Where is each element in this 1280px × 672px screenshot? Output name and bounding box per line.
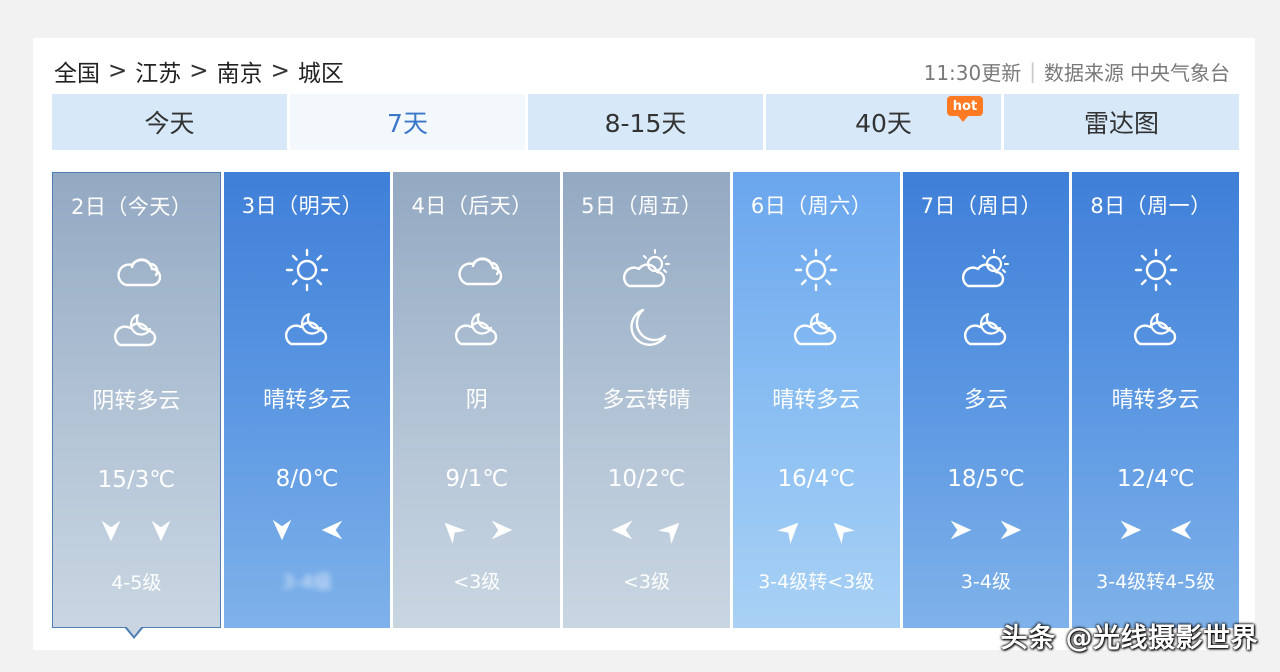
update-info: 11:30更新 | 数据来源 中央气象台 xyxy=(923,58,1230,85)
temperature-range: 9/1℃ xyxy=(445,466,509,492)
wind-direction xyxy=(903,516,1070,546)
source-label: 数据来源 xyxy=(1044,60,1124,85)
breadcrumb-item-jiangsu[interactable]: 江苏 xyxy=(135,54,181,88)
update-time: 11:30更新 xyxy=(923,60,1022,85)
tab-label: 雷达图 xyxy=(1083,109,1159,138)
day-column[interactable]: 2日（今天） 阴转多云 15/3℃ 4-5级 xyxy=(52,172,221,639)
tab-40-days[interactable]: 40天 hot xyxy=(766,94,1001,150)
wind-direction xyxy=(53,517,220,547)
wind-direction xyxy=(563,516,730,546)
temperature-range: 15/3℃ xyxy=(97,467,176,493)
wind-arrow-right-icon xyxy=(491,520,513,540)
watermark: 头条 @光线摄影世界 xyxy=(1000,623,1258,654)
breadcrumb: 全国 > 江苏 > 南京 > 城区 xyxy=(54,54,344,88)
temperature-range: 8/0℃ xyxy=(275,466,339,492)
temperature-range: 12/4℃ xyxy=(1116,466,1195,492)
tab-label: 今天 xyxy=(144,109,195,138)
seven-day-forecast: 2日（今天） 阴转多云 15/3℃ 4-5级 3日（明天） 晴转多云 8/0℃ 3-4级 4日（… xyxy=(52,172,1240,639)
moon-icon xyxy=(629,308,666,346)
tab-radar[interactable]: 雷达图 xyxy=(1004,94,1239,150)
partly-cloudy-day-icon xyxy=(622,248,670,288)
sunny-icon xyxy=(1134,248,1177,292)
temperature-range: 18/5℃ xyxy=(947,466,1025,492)
wind-arrow-right-icon xyxy=(1000,520,1022,540)
source-name: 中央气象台 xyxy=(1130,60,1230,85)
day-date: 7日（周日） xyxy=(920,194,1042,218)
day-column[interactable]: 8日（周一） 晴转多云 12/4℃ 3-4级转4-5级 xyxy=(1072,172,1240,628)
partly-cloudy-day-icon xyxy=(961,248,1010,288)
wind-arrow-left-icon xyxy=(321,520,343,540)
wind-level: <3级 xyxy=(623,571,671,593)
wind-level: 4-5级 xyxy=(111,572,162,594)
tab-label: 7天 xyxy=(387,109,428,138)
day-column[interactable]: 6日（周六） 晴转多云 16/4℃ 3-4级转<3级 xyxy=(732,172,900,628)
wind-arrow-down-icon xyxy=(102,520,121,542)
day-date: 6日（周六） xyxy=(750,194,873,218)
wind-arrow-down-icon xyxy=(272,519,292,541)
breadcrumb-item-nanjing[interactable]: 南京 xyxy=(217,54,263,88)
weather-description: 多云转晴 xyxy=(602,388,691,413)
wind-direction xyxy=(1072,516,1239,546)
wind-arrow-left-icon xyxy=(1170,520,1191,540)
weather-description: 晴转多云 xyxy=(1111,388,1200,413)
wind-direction xyxy=(733,516,900,546)
partly-cloudy-night-icon xyxy=(454,312,497,346)
wind-arrow-up-left-icon xyxy=(827,516,856,544)
wind-direction xyxy=(224,516,391,546)
breadcrumb-separator: > xyxy=(108,58,128,84)
breadcrumb-item-urban: 城区 xyxy=(297,61,344,87)
wind-level: 3-4级 xyxy=(960,571,1011,593)
wind-arrow-down-icon xyxy=(152,520,171,542)
sunny-icon xyxy=(795,248,838,292)
selected-day-pointer xyxy=(124,626,144,639)
weather-description: 晴转多云 xyxy=(263,388,352,413)
day-date: 4日（后天） xyxy=(411,194,533,218)
day-column[interactable]: 5日（周五） 多云转晴 10/2℃ <3级 xyxy=(563,172,730,628)
tab-label: 40天 xyxy=(855,109,912,138)
breadcrumb-item-national[interactable]: 全国 xyxy=(54,54,100,88)
wind-arrow-up-left-icon xyxy=(437,516,466,544)
wind-arrow-up-right-icon xyxy=(777,516,806,544)
temperature-range: 10/2℃ xyxy=(607,466,686,492)
weather-description: 阴转多云 xyxy=(92,389,181,414)
day-date: 3日（明天） xyxy=(241,194,364,218)
weather-description: 阴 xyxy=(465,388,488,413)
cloudy-icon xyxy=(458,257,502,286)
day-column[interactable]: 4日（后天） 阴 9/1℃ <3级 xyxy=(393,172,561,628)
wind-arrow-right-icon xyxy=(950,520,972,540)
forecast-tabs: 今天 7天 8-15天 40天 hot 雷达图 xyxy=(52,94,1239,150)
tab-today[interactable]: 今天 xyxy=(52,94,287,150)
wind-arrow-left-icon xyxy=(611,520,632,540)
wind-level: <3级 xyxy=(453,571,501,593)
temperature-range: 16/4℃ xyxy=(777,466,855,492)
breadcrumb-separator: > xyxy=(189,58,209,84)
day-column[interactable]: 7日（周日） 多云 18/5℃ 3-4级 xyxy=(902,172,1070,628)
weather-description: 多云 xyxy=(963,388,1008,413)
partly-cloudy-night-icon xyxy=(114,313,157,347)
weather-description: 晴转多云 xyxy=(772,388,861,413)
wind-level: 3-4级转4-5级 xyxy=(1096,571,1216,593)
breadcrumb-separator: > xyxy=(270,58,290,84)
wind-level: 3-4级 xyxy=(282,571,333,593)
day-column[interactable]: 3日（明天） 晴转多云 8/0℃ 3-4级 xyxy=(223,172,391,628)
sunny-icon xyxy=(285,248,329,292)
day-date: 8日（周一） xyxy=(1090,194,1212,218)
wind-arrow-right-icon xyxy=(1120,520,1141,540)
partly-cloudy-night-icon xyxy=(285,312,328,346)
meta-divider: | xyxy=(1029,59,1036,83)
hot-badge: hot xyxy=(947,96,983,122)
tab-label: 8-15天 xyxy=(604,109,687,138)
wind-direction xyxy=(393,516,560,546)
partly-cloudy-night-icon xyxy=(1133,312,1176,346)
day-date: 2日（今天） xyxy=(71,195,193,219)
cloudy-icon xyxy=(117,258,162,287)
tab-8-15-days[interactable]: 8-15天 xyxy=(528,94,763,150)
partly-cloudy-night-icon xyxy=(963,312,1007,346)
wind-arrow-up-right-icon xyxy=(657,516,686,544)
partly-cloudy-night-icon xyxy=(794,312,837,346)
day-date: 5日（周五） xyxy=(581,194,703,218)
tab-7-days[interactable]: 7天 xyxy=(290,94,525,150)
wind-level: 3-4级转<3级 xyxy=(758,571,875,593)
